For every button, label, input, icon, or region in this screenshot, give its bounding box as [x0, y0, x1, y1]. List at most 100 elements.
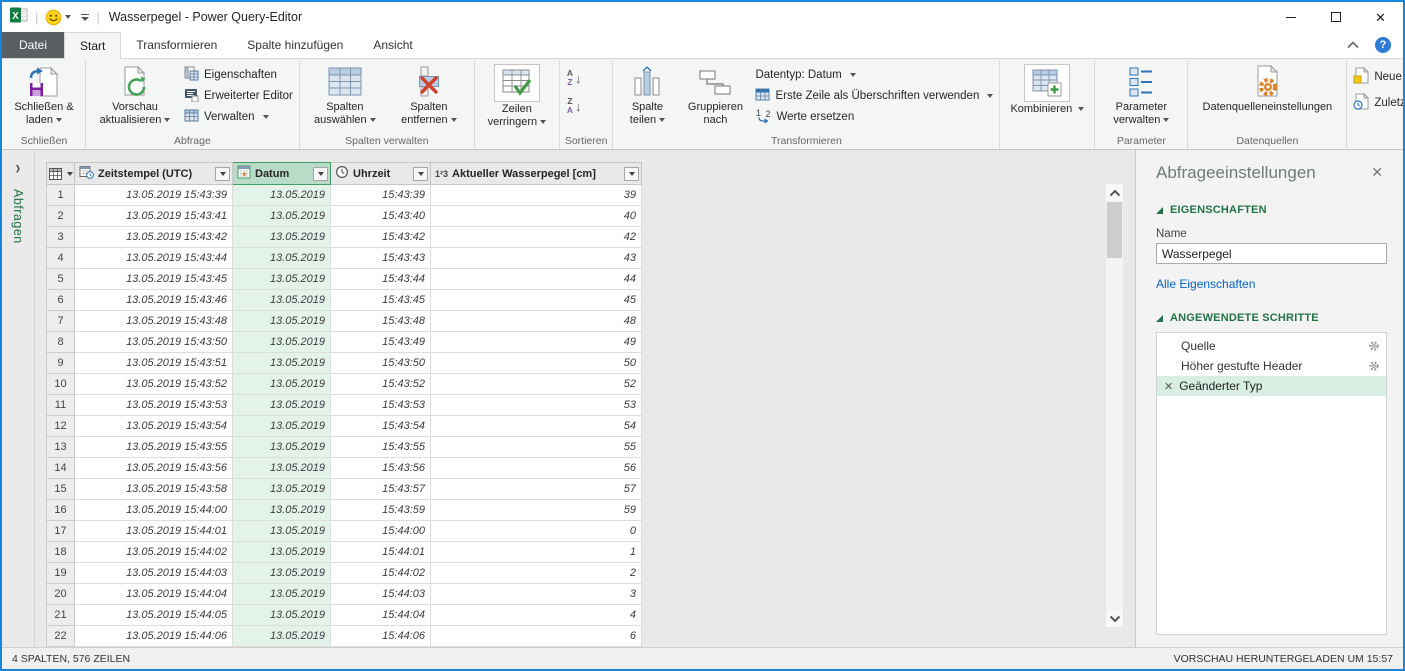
table-cell[interactable]: 13.05.2019 15:44:03 — [75, 563, 233, 584]
filter-button[interactable] — [215, 167, 230, 181]
table-cell[interactable]: 13.05.2019 — [233, 521, 331, 542]
advanced-editor-button[interactable]: Erweiterter Editor — [184, 87, 293, 105]
table-cell[interactable]: 54 — [431, 416, 642, 437]
table-cell[interactable]: 15:43:44 — [331, 269, 431, 290]
table-cell[interactable]: 15:43:57 — [331, 479, 431, 500]
tab-spalte-hinzufuegen[interactable]: Spalte hinzufügen — [232, 32, 358, 58]
queries-pane-label[interactable]: Abfragen — [11, 189, 25, 244]
table-cell[interactable]: 48 — [431, 311, 642, 332]
table-cell[interactable]: 39 — [431, 185, 642, 206]
table-cell[interactable]: 15:44:00 — [331, 521, 431, 542]
table-cell[interactable]: 15:44:04 — [331, 605, 431, 626]
minimize-button[interactable] — [1268, 2, 1313, 32]
data-source-settings-button[interactable]: Datenquelleneinstellungen — [1191, 61, 1343, 115]
manage-parameters-button[interactable]: Parameter verwalten — [1098, 61, 1184, 128]
close-and-load-button[interactable]: Schließen & laden — [6, 61, 82, 128]
table-cell[interactable]: 44 — [431, 269, 642, 290]
reduce-rows-button[interactable]: Zeilen verringern — [478, 61, 556, 130]
table-cell[interactable]: 13.05.2019 — [233, 605, 331, 626]
row-number[interactable]: 5 — [47, 269, 75, 290]
delete-step-icon[interactable]: ✕ — [1164, 380, 1173, 393]
table-cell[interactable]: 13.05.2019 15:44:01 — [75, 521, 233, 542]
filter-button[interactable] — [413, 167, 428, 181]
table-cell[interactable]: 56 — [431, 458, 642, 479]
table-cell[interactable]: 43 — [431, 248, 642, 269]
row-number[interactable]: 2 — [47, 206, 75, 227]
table-cell[interactable]: 15:43:53 — [331, 395, 431, 416]
table-cell[interactable]: 45 — [431, 290, 642, 311]
smiley-feedback-icon[interactable] — [45, 9, 71, 26]
row-number[interactable]: 19 — [47, 563, 75, 584]
row-number[interactable]: 8 — [47, 332, 75, 353]
table-cell[interactable]: 1 — [431, 542, 642, 563]
table-cell[interactable]: 13.05.2019 15:43:50 — [75, 332, 233, 353]
table-cell[interactable]: 13.05.2019 — [233, 374, 331, 395]
table-cell[interactable]: 15:43:55 — [331, 437, 431, 458]
table-cell[interactable]: 13.05.2019 15:43:56 — [75, 458, 233, 479]
table-cell[interactable]: 15:43:54 — [331, 416, 431, 437]
recent-sources-button[interactable]: Zuletzt verwendete Quellen — [1353, 94, 1405, 112]
row-number[interactable]: 14 — [47, 458, 75, 479]
table-cell[interactable]: 4 — [431, 605, 642, 626]
table-cell[interactable]: 13.05.2019 — [233, 500, 331, 521]
table-cell[interactable]: 57 — [431, 479, 642, 500]
properties-section-header[interactable]: EIGENSCHAFTEN — [1156, 204, 1387, 216]
table-cell[interactable]: 55 — [431, 437, 642, 458]
expand-queries-pane-icon[interactable]: › — [16, 156, 21, 178]
table-cell[interactable]: 13.05.2019 — [233, 353, 331, 374]
row-number[interactable]: 11 — [47, 395, 75, 416]
row-number[interactable]: 12 — [47, 416, 75, 437]
maximize-button[interactable] — [1313, 2, 1358, 32]
table-cell[interactable]: 13.05.2019 15:43:41 — [75, 206, 233, 227]
table-cell[interactable]: 13.05.2019 15:44:04 — [75, 584, 233, 605]
combine-button[interactable]: Kombinieren — [1003, 61, 1091, 117]
table-cell[interactable]: 15:43:59 — [331, 500, 431, 521]
table-cell[interactable]: 13.05.2019 — [233, 584, 331, 605]
column-header-datum[interactable]: Datum — [233, 163, 331, 185]
table-cell[interactable]: 15:43:40 — [331, 206, 431, 227]
table-cell[interactable]: 13.05.2019 15:43:55 — [75, 437, 233, 458]
group-by-button[interactable]: Gruppieren nach — [678, 61, 752, 128]
table-cell[interactable]: 13.05.2019 15:43:54 — [75, 416, 233, 437]
split-column-button[interactable]: Spalte teilen — [616, 61, 678, 128]
table-cell[interactable]: 2 — [431, 563, 642, 584]
gear-icon[interactable] — [1368, 340, 1380, 352]
table-cell[interactable]: 13.05.2019 — [233, 290, 331, 311]
table-cell[interactable]: 13.05.2019 15:44:02 — [75, 542, 233, 563]
table-cell[interactable]: 13.05.2019 — [233, 269, 331, 290]
table-cell[interactable]: 13.05.2019 — [233, 248, 331, 269]
table-cell[interactable]: 15:43:49 — [331, 332, 431, 353]
table-cell[interactable]: 15:43:48 — [331, 311, 431, 332]
table-cell[interactable]: 13.05.2019 — [233, 311, 331, 332]
row-number[interactable]: 7 — [47, 311, 75, 332]
table-cell[interactable]: 15:43:45 — [331, 290, 431, 311]
table-cell[interactable]: 13.05.2019 15:43:52 — [75, 374, 233, 395]
scroll-up-button[interactable] — [1106, 184, 1123, 201]
table-cell[interactable]: 15:43:39 — [331, 185, 431, 206]
row-number[interactable]: 13 — [47, 437, 75, 458]
column-header-uhrzeit[interactable]: Uhrzeit — [331, 163, 431, 185]
table-cell[interactable]: 13.05.2019 — [233, 206, 331, 227]
data-type-button[interactable]: Datentyp: Datum — [755, 66, 993, 84]
table-cell[interactable]: 3 — [431, 584, 642, 605]
refresh-preview-button[interactable]: Vorschau aktualisieren — [89, 61, 181, 128]
table-cell[interactable]: 13.05.2019 — [233, 458, 331, 479]
close-button[interactable]: ✕ — [1358, 2, 1403, 32]
table-cell[interactable]: 15:44:01 — [331, 542, 431, 563]
tab-ansicht[interactable]: Ansicht — [358, 32, 427, 58]
row-number[interactable]: 16 — [47, 500, 75, 521]
table-cell[interactable]: 15:44:03 — [331, 584, 431, 605]
table-cell[interactable]: 15:43:52 — [331, 374, 431, 395]
applied-steps-section-header[interactable]: ANGEWENDETE SCHRITTE — [1156, 312, 1387, 324]
table-cell[interactable]: 15:43:42 — [331, 227, 431, 248]
row-number[interactable]: 4 — [47, 248, 75, 269]
table-cell[interactable]: 13.05.2019 15:43:44 — [75, 248, 233, 269]
table-cell[interactable]: 13.05.2019 15:43:39 — [75, 185, 233, 206]
column-header-wasserpegel[interactable]: 1²3 Aktueller Wasserpegel [cm] — [431, 163, 642, 185]
sort-descending-button[interactable]: ZA ↓ — [567, 94, 582, 118]
query-name-input[interactable] — [1156, 243, 1387, 264]
table-cell[interactable]: 13.05.2019 15:43:48 — [75, 311, 233, 332]
help-icon[interactable]: ? — [1375, 37, 1391, 53]
table-cell[interactable]: 13.05.2019 15:44:00 — [75, 500, 233, 521]
table-cell[interactable]: 13.05.2019 15:43:58 — [75, 479, 233, 500]
